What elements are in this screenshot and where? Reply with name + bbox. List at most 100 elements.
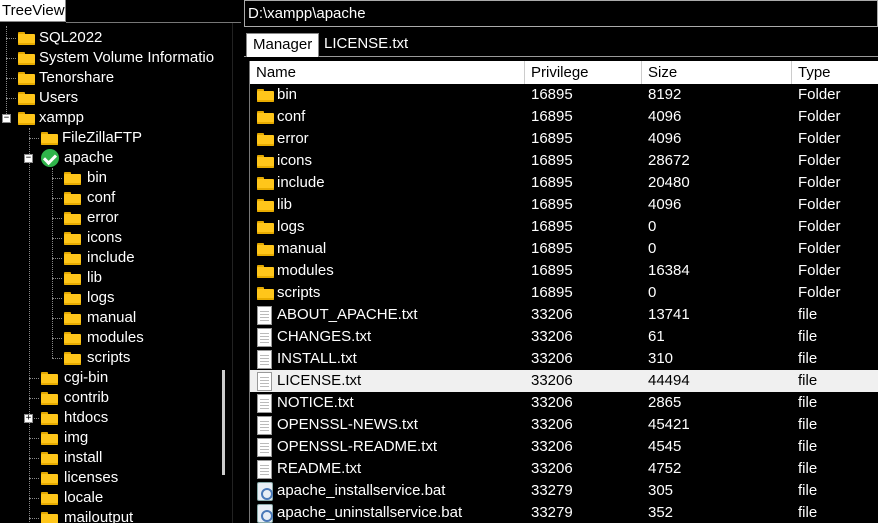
table-row[interactable]: apache_installservice.bat 33279 305 file bbox=[250, 480, 878, 502]
table-row[interactable]: OPENSSL-README.txt 33206 4545 file bbox=[250, 436, 878, 458]
folder-icon bbox=[64, 352, 81, 365]
table-row[interactable]: logs 16895 0 Folder bbox=[250, 216, 878, 238]
tab-license-txt[interactable]: LICENSE.txt bbox=[318, 33, 414, 57]
file-size: 45421 bbox=[648, 416, 690, 433]
folder-icon bbox=[257, 221, 274, 234]
file-size: 0 bbox=[648, 240, 657, 257]
folder-icon bbox=[64, 252, 81, 265]
folder-icon bbox=[64, 332, 81, 345]
file-privilege: 33206 bbox=[531, 394, 573, 411]
table-row[interactable]: INSTALL.txt 33206 310 file bbox=[250, 348, 878, 370]
folder-icon bbox=[18, 112, 35, 125]
file-size: 352 bbox=[648, 504, 674, 521]
file-size: 310 bbox=[648, 350, 674, 367]
file-name: error bbox=[277, 130, 309, 147]
file-privilege: 16895 bbox=[531, 218, 573, 235]
column-size[interactable]: Size bbox=[642, 61, 792, 84]
column-header: Name Privilege Size Type bbox=[250, 61, 878, 84]
text-file-icon bbox=[257, 438, 272, 457]
table-row[interactable]: LICENSE.txt 33206 44494 file bbox=[250, 370, 878, 392]
folder-icon bbox=[41, 452, 58, 465]
file-size: 0 bbox=[648, 284, 657, 301]
file-type: Folder bbox=[798, 86, 841, 103]
file-privilege: 33206 bbox=[531, 306, 573, 323]
expand-icon[interactable]: + bbox=[24, 414, 33, 423]
file-type: file bbox=[798, 482, 818, 499]
treeview-title: TreeView bbox=[0, 0, 66, 22]
tree-scrollbar-thumb[interactable] bbox=[222, 370, 225, 475]
file-type: Folder bbox=[798, 174, 841, 191]
file-name: manual bbox=[277, 240, 327, 257]
file-type: Folder bbox=[798, 284, 841, 301]
file-privilege: 16895 bbox=[531, 240, 573, 257]
folder-icon bbox=[64, 212, 81, 225]
tree-scrollbar[interactable] bbox=[232, 23, 241, 523]
text-file-icon bbox=[257, 394, 272, 413]
file-size: 4096 bbox=[648, 108, 682, 125]
manager-panel: D:\xampp\apache Manager LICENSE.txt Name… bbox=[244, 0, 878, 523]
file-size: 2865 bbox=[648, 394, 682, 411]
table-row[interactable]: include 16895 20480 Folder bbox=[250, 172, 878, 194]
folder-icon bbox=[257, 89, 274, 102]
folder-icon bbox=[257, 133, 274, 146]
text-file-icon bbox=[257, 372, 272, 391]
tab-manager[interactable]: Manager bbox=[246, 33, 320, 57]
folder-icon bbox=[257, 177, 274, 190]
folder-icon bbox=[257, 243, 274, 256]
folder-icon bbox=[18, 52, 35, 65]
file-privilege: 33279 bbox=[531, 504, 573, 521]
table-row[interactable]: modules 16895 16384 Folder bbox=[250, 260, 878, 282]
table-row[interactable]: ABOUT_APACHE.txt 33206 13741 file bbox=[250, 304, 878, 326]
table-row[interactable]: scripts 16895 0 Folder bbox=[250, 282, 878, 304]
file-type: Folder bbox=[798, 262, 841, 279]
folder-icon bbox=[41, 432, 58, 445]
table-row[interactable]: NOTICE.txt 33206 2865 file bbox=[250, 392, 878, 414]
file-name: INSTALL.txt bbox=[277, 350, 357, 367]
file-name: OPENSSL-NEWS.txt bbox=[277, 416, 418, 433]
file-size: 44494 bbox=[648, 372, 690, 389]
collapse-icon[interactable]: − bbox=[2, 114, 11, 123]
folder-icon bbox=[41, 472, 58, 485]
table-row[interactable]: lib 16895 4096 Folder bbox=[250, 194, 878, 216]
file-name: CHANGES.txt bbox=[277, 328, 372, 345]
file-name: conf bbox=[277, 108, 306, 125]
file-privilege: 16895 bbox=[531, 284, 573, 301]
collapse-icon[interactable]: − bbox=[24, 154, 33, 163]
file-type: file bbox=[798, 306, 818, 323]
column-type[interactable]: Type bbox=[792, 61, 878, 84]
file-name: modules bbox=[277, 262, 334, 279]
file-type: Folder bbox=[798, 218, 841, 235]
folder-icon bbox=[257, 155, 274, 168]
table-row[interactable]: bin 16895 8192 Folder bbox=[250, 84, 878, 106]
table-row[interactable]: apache_uninstallservice.bat 33279 352 file bbox=[250, 502, 878, 523]
table-row[interactable]: conf 16895 4096 Folder bbox=[250, 106, 878, 128]
file-privilege: 33206 bbox=[531, 416, 573, 433]
file-privilege: 16895 bbox=[531, 130, 573, 147]
file-type: file bbox=[798, 460, 818, 477]
table-row[interactable]: manual 16895 0 Folder bbox=[250, 238, 878, 260]
file-type: Folder bbox=[798, 196, 841, 213]
table-row[interactable]: OPENSSL-NEWS.txt 33206 45421 file bbox=[250, 414, 878, 436]
file-size: 28672 bbox=[648, 152, 690, 169]
file-size: 305 bbox=[648, 482, 674, 499]
table-row[interactable]: error 16895 4096 Folder bbox=[250, 128, 878, 150]
table-row[interactable]: icons 16895 28672 Folder bbox=[250, 150, 878, 172]
table-row[interactable]: CHANGES.txt 33206 61 file bbox=[250, 326, 878, 348]
table-row[interactable]: README.txt 33206 4752 file bbox=[250, 458, 878, 480]
file-privilege: 33279 bbox=[531, 482, 573, 499]
column-privilege[interactable]: Privilege bbox=[525, 61, 642, 84]
column-name[interactable]: Name bbox=[250, 61, 525, 84]
file-type: file bbox=[798, 328, 818, 345]
file-type: file bbox=[798, 416, 818, 433]
file-type: file bbox=[798, 394, 818, 411]
file-privilege: 16895 bbox=[531, 174, 573, 191]
folder-icon bbox=[18, 72, 35, 85]
file-privilege: 16895 bbox=[531, 86, 573, 103]
file-name: NOTICE.txt bbox=[277, 394, 354, 411]
text-file-icon bbox=[257, 306, 272, 325]
folder-icon bbox=[257, 265, 274, 278]
file-name: apache_installservice.bat bbox=[277, 482, 446, 499]
file-size: 61 bbox=[648, 328, 665, 345]
file-type: Folder bbox=[798, 152, 841, 169]
path-field[interactable]: D:\xampp\apache bbox=[244, 0, 878, 27]
